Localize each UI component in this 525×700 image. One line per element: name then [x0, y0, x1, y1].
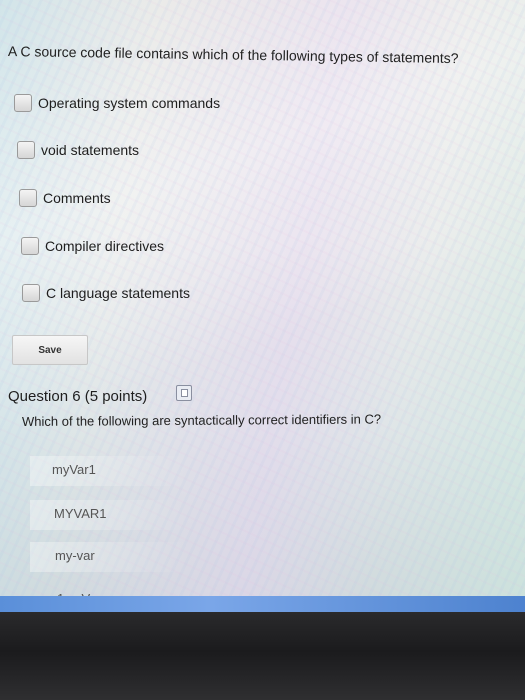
- answer-option-my-var[interactable]: my-var: [55, 548, 95, 563]
- question-5-text: A C source code file contains which of t…: [7, 43, 459, 67]
- answer-option-myvar1[interactable]: myVar1: [52, 462, 96, 477]
- save-button[interactable]: Save: [12, 335, 88, 365]
- taskbar: [0, 596, 525, 612]
- browser-viewport: A C source code file contains which of t…: [0, 0, 525, 612]
- checkbox-c-language-statements[interactable]: [22, 284, 40, 302]
- option-label: Operating system commands: [38, 95, 221, 111]
- option-label: void statements: [41, 142, 140, 158]
- question-6-text: Which of the following are syntactically…: [21, 411, 382, 429]
- checkbox-operating-system-commands[interactable]: [14, 94, 32, 112]
- option-c-language-statements[interactable]: C language statements: [22, 284, 190, 302]
- checkbox-void-statements[interactable]: [17, 141, 35, 159]
- option-operating-system-commands[interactable]: Operating system commands: [14, 94, 220, 112]
- question-6-title: Question 6 (5 points): [8, 388, 148, 405]
- option-void-statements[interactable]: void statements: [17, 141, 139, 159]
- monitor-bezel: [0, 612, 525, 700]
- checkbox-compiler-directives[interactable]: [21, 237, 39, 255]
- option-comments[interactable]: Comments: [19, 189, 111, 207]
- checkbox-comments[interactable]: [19, 189, 37, 207]
- option-label: Comments: [43, 190, 111, 206]
- answer-option-MYVAR1[interactable]: MYVAR1: [54, 506, 107, 521]
- option-compiler-directives[interactable]: Compiler directives: [21, 237, 164, 255]
- bookmark-question-icon[interactable]: [176, 385, 192, 401]
- option-label: Compiler directives: [45, 238, 165, 254]
- answer-row-bg: [30, 542, 190, 572]
- option-label: C language statements: [46, 285, 190, 301]
